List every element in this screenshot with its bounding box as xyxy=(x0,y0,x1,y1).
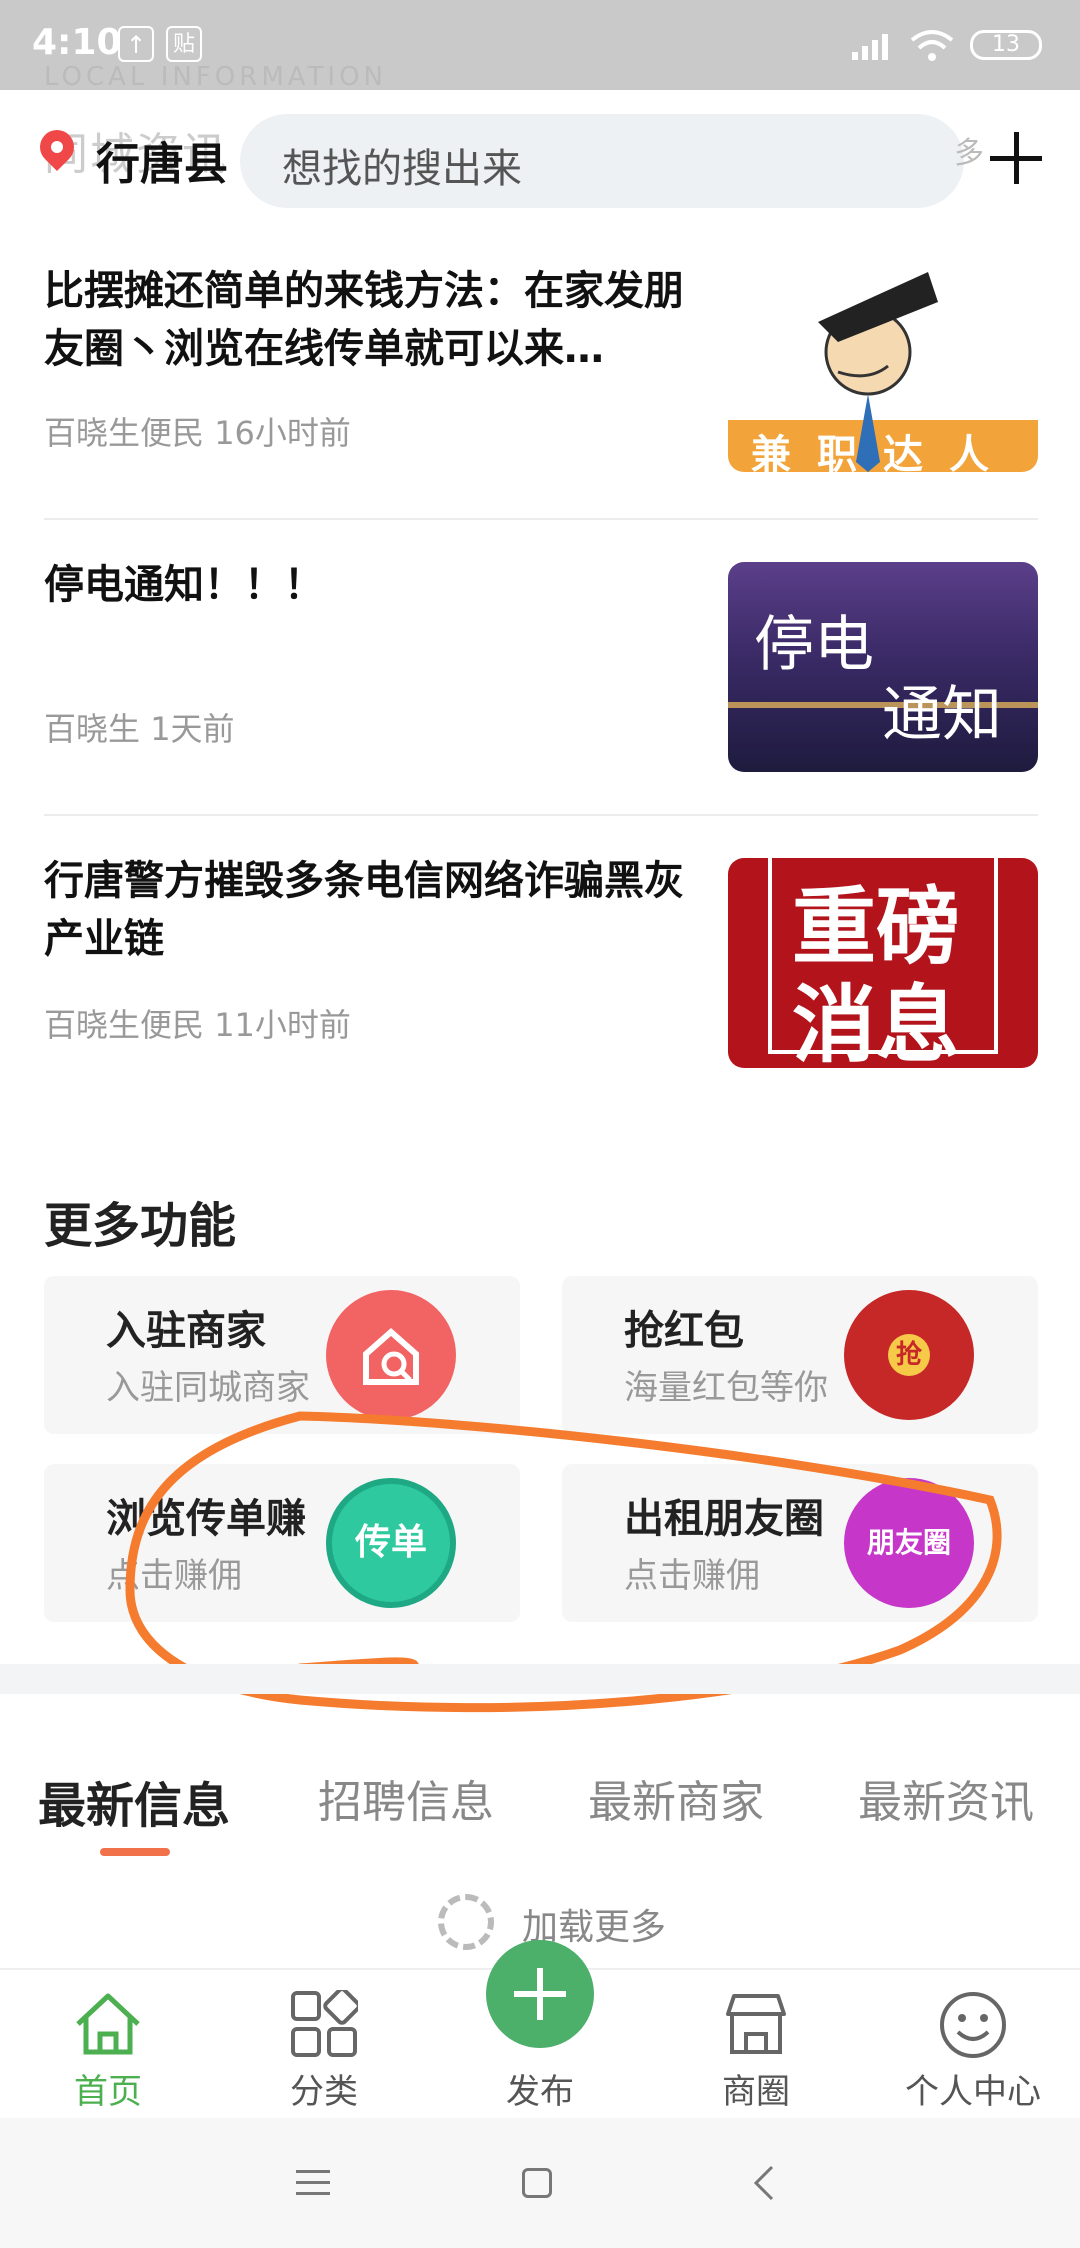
tab-latest-info[interactable]: 最新信息 xyxy=(38,1766,230,1836)
card-title: 抢红包 xyxy=(624,1308,744,1354)
news-meta-1: 百晓生便民 16小时前 xyxy=(44,408,351,454)
active-tab-indicator xyxy=(100,1848,170,1856)
category-icon[interactable] xyxy=(290,1990,358,2058)
city-selector[interactable]: 行唐县 xyxy=(96,128,228,192)
home-icon[interactable] xyxy=(72,1990,144,2056)
back-icon[interactable] xyxy=(752,2164,776,2202)
nav-personal-center[interactable]: 个人中心 xyxy=(893,2064,1053,2113)
home-square-icon[interactable] xyxy=(522,2168,552,2198)
section-separator xyxy=(0,1664,1080,1694)
loading-spinner-icon xyxy=(438,1894,494,1950)
status-time: 4:10 xyxy=(32,22,122,63)
news-divider xyxy=(44,518,1038,520)
shop-icon[interactable] xyxy=(722,1990,790,2058)
news-divider xyxy=(44,814,1038,816)
tab-latest-news[interactable]: 最新资讯 xyxy=(858,1766,1034,1830)
news-author: 百晓生 xyxy=(44,710,141,748)
profile-smile-icon[interactable] xyxy=(938,1990,1008,2060)
upload-icon: ↑ xyxy=(118,26,154,62)
menu-icon[interactable] xyxy=(296,2168,330,2198)
wifi-icon xyxy=(910,30,954,61)
nav-category[interactable]: 分类 xyxy=(244,2064,404,2113)
more-functions-title: 更多功能 xyxy=(44,1198,237,1254)
thumb-caption-1: 停电 xyxy=(754,610,874,680)
publish-plus-icon[interactable] xyxy=(486,1940,594,2048)
add-icon[interactable] xyxy=(990,132,1042,184)
nav-home[interactable]: 首页 xyxy=(28,2064,188,2113)
battery-icon: 13 xyxy=(970,30,1042,60)
thumb-caption: 兼职达人 xyxy=(751,432,1015,472)
signal-icon xyxy=(852,34,888,60)
news-title-1[interactable]: 比摆摊还简单的来钱方法：在家发朋友圈丶浏览在线传单就可以来… xyxy=(44,262,704,378)
news-author: 百晓生便民 xyxy=(44,1006,205,1044)
nav-business-circle[interactable]: 商圈 xyxy=(676,2064,836,2113)
search-placeholder[interactable]: 想找的搜出来 xyxy=(282,136,522,194)
envelope-seal: 抢 xyxy=(888,1334,930,1376)
faded-more-link: 多 xyxy=(954,136,984,171)
faded-section-label-en: LOCAL INFORMATION xyxy=(44,62,387,92)
news-thumb-1[interactable]: 兼职达人 xyxy=(728,262,1038,472)
thumb-caption-2: 通知 xyxy=(882,680,1002,750)
news-title-3[interactable]: 行唐警方摧毁多条电信网络诈骗黑灰产业链 xyxy=(44,852,704,968)
news-thumb-2[interactable]: 停电 通知 xyxy=(728,562,1038,772)
news-title-2[interactable]: 停电通知！！！ xyxy=(44,556,704,614)
card-title: 入驻商家 xyxy=(106,1308,266,1354)
news-meta-2: 百晓生 1天前 xyxy=(44,704,235,750)
news-time: 1天前 xyxy=(150,710,235,748)
news-author: 百晓生便民 xyxy=(44,414,205,452)
news-time: 11小时前 xyxy=(214,1006,351,1044)
news-meta-3: 百晓生便民 11小时前 xyxy=(44,1000,351,1046)
tab-latest-merchants[interactable]: 最新商家 xyxy=(588,1766,764,1830)
tab-recruitment[interactable]: 招聘信息 xyxy=(318,1766,494,1830)
nav-publish[interactable]: 发布 xyxy=(460,2064,620,2113)
paste-icon: 贴 xyxy=(166,26,202,62)
news-thumb-3[interactable]: 重磅 消息 xyxy=(728,858,1038,1068)
thumb-caption-2: 消息 xyxy=(792,976,961,1068)
news-time: 16小时前 xyxy=(214,414,351,452)
